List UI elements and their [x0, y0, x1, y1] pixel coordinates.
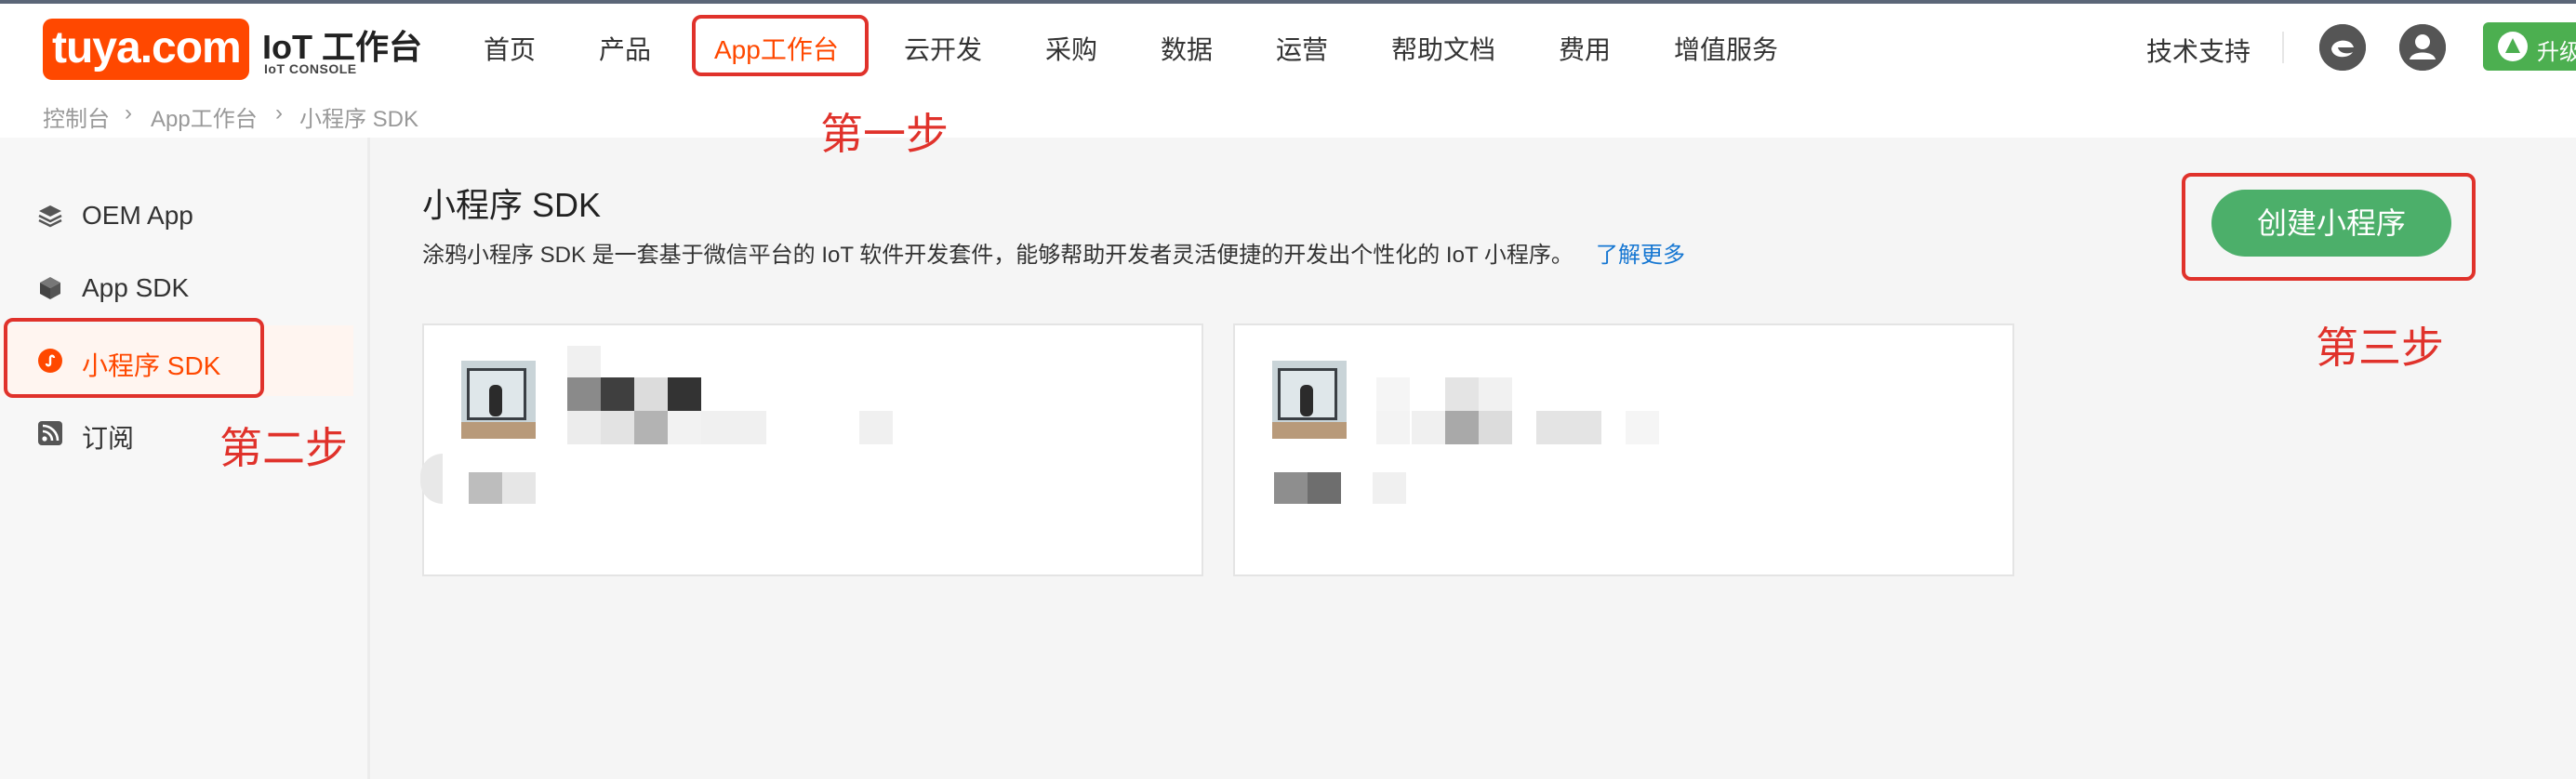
step3-annotation: 第三步 — [2316, 323, 2444, 372]
nav-purchase[interactable]: 采购 — [1045, 30, 1097, 67]
mini-program-thumbnail — [1272, 361, 1347, 439]
pixelated-meta — [469, 472, 502, 504]
console-subtitle: IoT CONSOLE — [264, 61, 357, 76]
edge-browser-icon[interactable] — [2319, 24, 2366, 71]
step2-highlight-box — [4, 318, 264, 398]
learn-more-link[interactable]: 了解更多 — [1596, 236, 1685, 269]
logo-text: tuya.com — [52, 23, 242, 73]
tech-support-link[interactable]: 技术支持 — [2146, 32, 2251, 69]
breadcrumb-current: 小程序 SDK — [299, 107, 419, 132]
breadcrumb-app-workbench[interactable]: App工作台 — [151, 100, 258, 133]
pixelated-name — [1376, 377, 1410, 411]
page-title: 小程序 SDK — [422, 186, 602, 224]
nav-operations[interactable]: 运营 — [1276, 30, 1328, 67]
rss-icon — [37, 420, 63, 446]
breadcrumb-console[interactable]: 控制台 — [43, 100, 110, 133]
cube-icon — [37, 275, 63, 301]
sidebar-item-label: OEM App — [82, 201, 193, 230]
step3-highlight-box — [2182, 173, 2476, 281]
sidebar-item-label: 订阅 — [82, 424, 135, 453]
layers-icon — [37, 203, 63, 229]
breadcrumb-separator-icon: › — [275, 100, 283, 125]
breadcrumb-separator-icon: › — [125, 100, 132, 125]
sidebar-item-app-sdk[interactable]: App SDK — [0, 253, 353, 323]
nav-data[interactable]: 数据 — [1161, 30, 1213, 67]
top-header: tuya.com IoT 工作台 IoT CONSOLE 首页 产品 App工作… — [0, 4, 2576, 138]
nav-products[interactable]: 产品 — [599, 30, 651, 67]
nav-cloud-dev[interactable]: 云开发 — [904, 30, 982, 67]
nav-home[interactable]: 首页 — [484, 30, 536, 67]
header-divider — [2282, 32, 2284, 63]
sidebar-item-oem-app[interactable]: OEM App — [0, 180, 353, 251]
user-avatar-icon[interactable] — [2399, 24, 2446, 71]
pixelated-meta — [1274, 472, 1308, 504]
pixelated-name — [567, 346, 601, 379]
mini-program-thumbnail — [461, 361, 536, 439]
step1-annotation: 第一步 — [820, 110, 949, 158]
tuya-logo[interactable]: tuya.com — [43, 19, 249, 80]
nav-value-added[interactable]: 增值服务 — [1674, 30, 1778, 67]
mini-program-card[interactable] — [422, 323, 1203, 576]
upgrade-label: 升级 — [2537, 40, 2576, 65]
mini-program-card[interactable] — [1233, 323, 2014, 576]
step2-annotation: 第二步 — [219, 424, 348, 472]
step1-highlight-box — [692, 15, 869, 76]
nav-help-docs[interactable]: 帮助文档 — [1391, 30, 1495, 67]
sidebar-item-label: App SDK — [82, 273, 190, 302]
upgrade-button[interactable]: 升级 — [2483, 22, 2576, 71]
page-description: 涂鸦小程序 SDK 是一套基于微信平台的 IoT 软件开发套件，能够帮助开发者灵… — [422, 243, 1573, 268]
upgrade-icon — [2498, 32, 2528, 61]
nav-billing[interactable]: 费用 — [1559, 30, 1611, 67]
